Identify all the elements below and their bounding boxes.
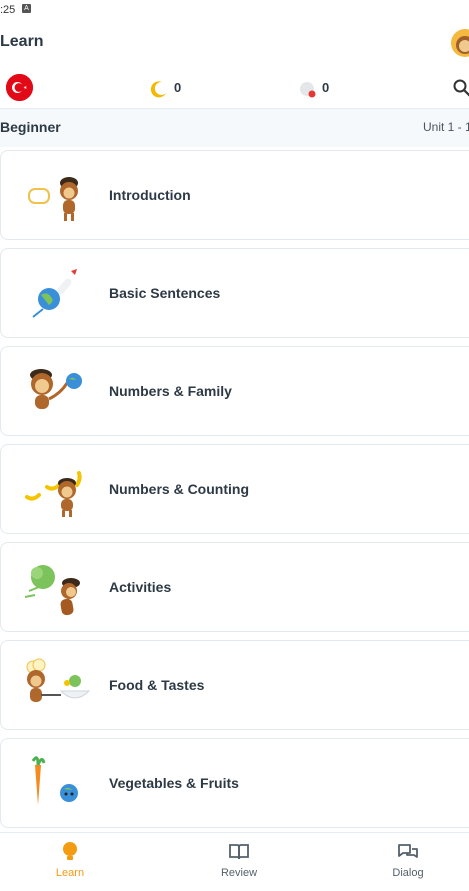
lesson-list: Introduction Basic Sentences Numbers & F… [0,150,469,830]
lesson-card-numbers-counting[interactable]: Numbers & Counting [0,444,469,534]
book-icon [227,841,251,868]
tab-label: Review [220,867,258,879]
stats-bar: 0 0 [0,70,469,108]
lesson-title: Activities [109,579,172,595]
monkey-bananas-icon [21,455,91,525]
level-header: Beginner Unit 1 - 1 [0,108,469,147]
lesson-card-introduction[interactable]: Introduction [0,150,469,240]
moon-icon [148,79,168,104]
unit-range: Unit 1 - 1 [423,120,469,134]
page-title: Learn [0,33,44,50]
turkey-flag-icon[interactable] [6,74,33,101]
lesson-title: Numbers & Family [109,383,232,399]
lesson-card-basic-sentences[interactable]: Basic Sentences [0,248,469,338]
lesson-title: Basic Sentences [109,285,221,301]
tab-learn[interactable]: Learn [20,833,120,891]
monkey-globe-icon [21,357,91,427]
lightbulb-icon [58,841,82,868]
lesson-title: Numbers & Counting [109,481,249,497]
gem-icon [298,79,318,104]
globe-rocket-icon [21,259,91,329]
status-time: :25 [0,4,16,16]
search-icon[interactable] [452,78,469,103]
bottom-nav: Learn Review Dialog [0,832,469,891]
lesson-title: Vegetables & Fruits [109,775,239,791]
tab-label: Dialog [392,867,424,879]
chat-bubbles-icon [396,841,420,868]
lesson-title: Introduction [109,187,191,203]
avatar[interactable] [451,29,469,57]
monkey-running-icon [21,553,91,623]
gem-count: 0 [322,80,330,95]
lesson-card-vegetables-fruits[interactable]: Vegetables & Fruits [0,738,469,828]
moon-count: 0 [174,80,182,95]
status-bar: :25 A [0,0,469,22]
tab-review[interactable]: Review [189,833,289,891]
lesson-title: Food & Tastes [109,677,205,693]
tab-dialog[interactable]: Dialog [358,833,458,891]
lesson-card-activities[interactable]: Activities [0,542,469,632]
level-label: Beginner [0,119,61,135]
tab-label: Learn [55,867,85,879]
lesson-card-numbers-family[interactable]: Numbers & Family [0,346,469,436]
notification-icon: A [22,4,31,13]
monkey-chef-icon [21,651,91,721]
monkey-speech-bubble-icon [21,161,91,231]
lesson-card-food-tastes[interactable]: Food & Tastes [0,640,469,730]
carrot-globe-icon [21,749,91,819]
